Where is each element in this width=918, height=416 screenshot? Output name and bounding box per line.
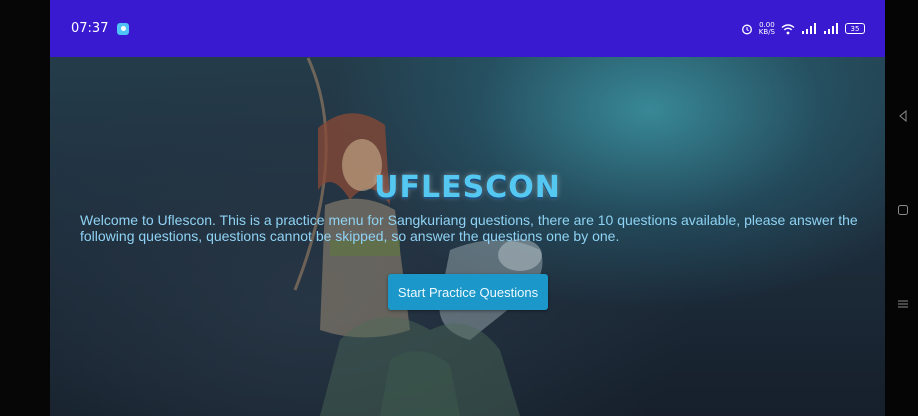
battery-level: 35: [850, 24, 860, 33]
signal-icon: [824, 23, 838, 34]
app-screen: 07:37 0.00 KB/S 35 UFLESCON Welcome to U…: [50, 0, 885, 416]
signal-icon: [802, 23, 816, 34]
status-time: 07:37: [71, 21, 109, 36]
network-speed: 0.00 KB/S: [758, 21, 775, 36]
start-practice-button[interactable]: Start Practice Questions: [388, 274, 548, 310]
app-title: UFLESCON: [374, 170, 561, 205]
alarm-icon: [741, 24, 752, 34]
network-speed-unit: KB/S: [758, 27, 775, 36]
background-illustration: [293, 57, 543, 416]
welcome-text: Welcome to Uflescon. This is a practice …: [80, 212, 858, 244]
battery-icon: 35: [845, 23, 865, 34]
recents-icon[interactable]: [897, 298, 909, 310]
status-right: 0.00 KB/S 35: [741, 21, 865, 36]
home-icon[interactable]: [897, 204, 909, 216]
app-notification-icon: [117, 22, 130, 35]
navigation-bar: [885, 0, 918, 416]
wifi-icon: [781, 23, 795, 34]
status-bar: 07:37 0.00 KB/S 35: [50, 0, 885, 57]
back-icon[interactable]: [897, 110, 909, 122]
device-frame: 07:37 0.00 KB/S 35 UFLESCON Welcome to U…: [0, 0, 918, 416]
left-bezel: [0, 0, 50, 416]
status-left: 07:37: [71, 21, 130, 36]
